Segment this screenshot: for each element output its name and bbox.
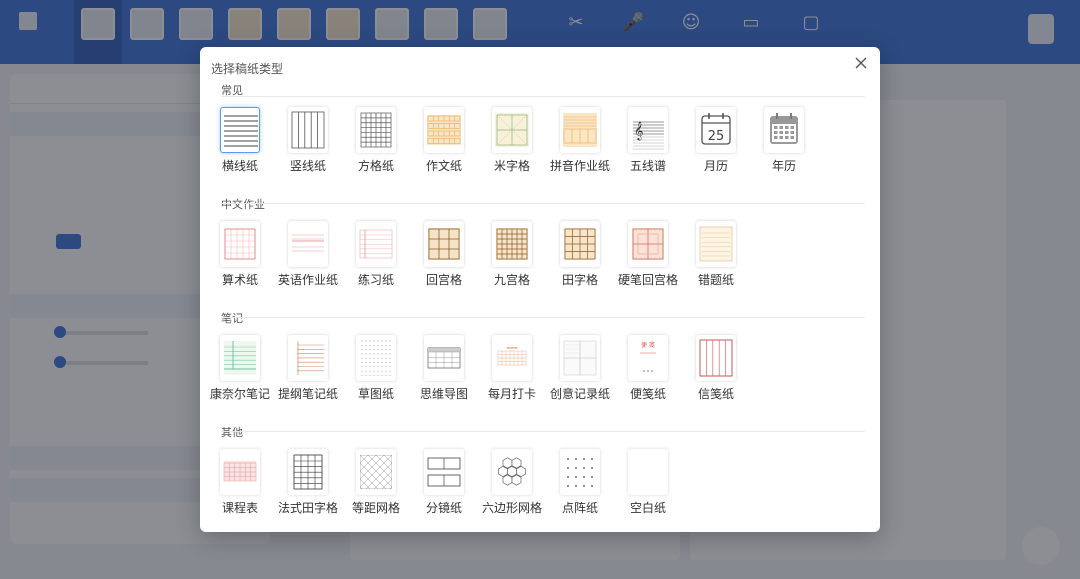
- paper-thumbnail[interactable]: [424, 335, 464, 381]
- hui-grid-icon: [428, 228, 460, 260]
- isometric-grid-icon: [360, 455, 392, 489]
- dialog-title: 选择稿纸类型: [211, 62, 284, 76]
- paper-thumbnail[interactable]: [424, 449, 464, 495]
- paper-thumbnail[interactable]: [492, 107, 532, 153]
- paper-option-letter-paper[interactable]: 信笺纸: [676, 335, 756, 405]
- paper-thumbnail[interactable]: [288, 335, 328, 381]
- cornell-notes-icon: [224, 341, 256, 375]
- practice-paper-icon: [359, 229, 393, 259]
- sketch-paper-icon: [361, 340, 391, 376]
- memo-paper-icon: 便 笺: [640, 341, 656, 372]
- svg-text:𝄞: 𝄞: [634, 121, 643, 141]
- paper-thumbnail[interactable]: [628, 449, 668, 495]
- paper-option-yearly-calendar[interactable]: 年历: [744, 107, 824, 177]
- section-title: 其他: [221, 426, 243, 439]
- paper-option-label: 错题纸: [697, 273, 734, 287]
- paper-option-mistake-paper[interactable]: 错题纸: [676, 221, 756, 291]
- tian-grid-icon: [564, 228, 596, 260]
- paper-thumbnail[interactable]: [220, 335, 260, 381]
- paper-thumbnail[interactable]: [220, 449, 260, 495]
- pinyin-paper-icon: [563, 113, 597, 147]
- paper-thumbnail[interactable]: [560, 107, 600, 153]
- paper-thumbnail[interactable]: [356, 107, 396, 153]
- close-button[interactable]: [851, 53, 871, 73]
- svg-text:便 笺: 便 笺: [641, 341, 655, 349]
- monthly-calendar-icon: 25: [701, 113, 731, 145]
- dot-grid-icon: [567, 458, 593, 487]
- french-grid-icon: [293, 454, 323, 490]
- section-title: 中文作业: [221, 198, 265, 211]
- paper-thumbnail[interactable]: [560, 335, 600, 381]
- paper-thumbnail[interactable]: [696, 335, 736, 381]
- paper-thumbnail[interactable]: [356, 449, 396, 495]
- paper-thumbnail[interactable]: [696, 221, 736, 267]
- section-title: 笔记: [221, 312, 243, 325]
- paper-thumbnail[interactable]: [424, 221, 464, 267]
- svg-text:▬▬▬: ▬▬▬: [506, 345, 518, 350]
- paper-thumbnail[interactable]: [764, 107, 804, 153]
- paper-thumbnail[interactable]: [220, 221, 260, 267]
- paper-thumbnail[interactable]: [288, 449, 328, 495]
- storyboard-icon: [427, 457, 461, 487]
- paper-thumbnail[interactable]: [424, 107, 464, 153]
- section-divider: [221, 431, 865, 432]
- svg-text:25: 25: [708, 129, 725, 144]
- paper-thumbnail[interactable]: [560, 449, 600, 495]
- yearly-calendar-icon: [770, 113, 798, 144]
- vertical-lines-icon: [291, 111, 325, 149]
- paper-thumbnail[interactable]: [492, 221, 532, 267]
- paper-thumbnail[interactable]: 便 笺: [628, 335, 668, 381]
- paper-thumbnail[interactable]: 𝄞: [628, 107, 668, 153]
- paper-thumbnail[interactable]: [220, 107, 260, 153]
- paper-thumbnail[interactable]: [560, 221, 600, 267]
- music-staff-icon: 𝄞: [633, 121, 664, 150]
- close-icon: [855, 57, 867, 69]
- nine-grid-icon: [496, 228, 528, 260]
- paper-thumbnail[interactable]: ▬▬▬: [492, 335, 532, 381]
- blank-paper-icon: [628, 449, 668, 495]
- pen-hui-grid-icon: [632, 228, 664, 260]
- square-grid-icon: [360, 112, 392, 148]
- paper-thumbnail[interactable]: [628, 221, 668, 267]
- monthly-checkin-icon: ▬▬▬: [497, 345, 527, 366]
- paper-thumbnail[interactable]: [356, 335, 396, 381]
- paper-option-label: 年历: [771, 159, 796, 173]
- mistake-paper-icon: [699, 226, 733, 262]
- paper-thumbnail[interactable]: [356, 221, 396, 267]
- paper-option-blank-paper[interactable]: 空白纸: [608, 449, 688, 519]
- mind-map-icon: [427, 347, 461, 369]
- paper-thumbnail[interactable]: [492, 449, 532, 495]
- paper-thumbnail[interactable]: 25: [696, 107, 736, 153]
- timetable-icon: [223, 461, 257, 482]
- letter-paper-icon: [699, 339, 733, 377]
- section-divider: [221, 317, 865, 318]
- paper-thumbnail[interactable]: [288, 221, 328, 267]
- outline-notes-icon: [297, 341, 324, 375]
- paper-option-label: 信笺纸: [697, 387, 734, 401]
- section-divider: [221, 203, 865, 204]
- paper-type-dialog: 选择稿纸类型 常见 中文作业 笔记 其他 横线纸 竖线纸 方格纸 作文纸 米字格 拼音作业…: [200, 47, 880, 532]
- creative-notes-icon: [563, 340, 597, 376]
- mi-grid-icon: [495, 113, 529, 147]
- english-paper-icon: [292, 234, 324, 252]
- section-divider: [221, 96, 865, 97]
- hexagon-grid-icon: [498, 457, 526, 486]
- paper-option-label: 空白纸: [629, 501, 666, 515]
- arithmetic-paper-icon: [224, 228, 256, 260]
- horizontal-lines-icon: [224, 115, 258, 147]
- composition-paper-icon: [427, 115, 461, 145]
- paper-thumbnail[interactable]: [288, 107, 328, 153]
